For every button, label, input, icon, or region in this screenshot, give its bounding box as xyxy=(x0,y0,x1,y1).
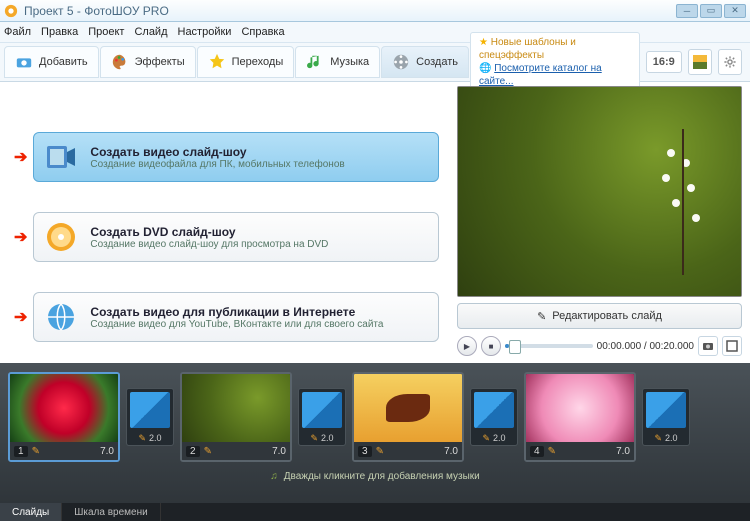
workspace: ➔ Создать видео слайд-шоу Создание видео… xyxy=(0,82,750,363)
slide-card[interactable]: 4 ✎ 7.0 xyxy=(524,372,636,462)
preview-pane: ✎ Редактировать слайд ▶ ■ 00:00.000 / 00… xyxy=(453,82,750,363)
transition-duration: 2.0 xyxy=(149,433,162,443)
transition-card[interactable]: ✎2.0 xyxy=(470,388,518,446)
create-web-button[interactable]: Создать видео для публикации в Интернете… xyxy=(33,292,439,342)
preview-viewport[interactable] xyxy=(457,86,742,297)
slide-card[interactable]: 1 ✎ 7.0 xyxy=(8,372,120,462)
transition-duration: 2.0 xyxy=(493,433,506,443)
slide-index: 3 xyxy=(358,446,372,457)
pointer-icon: ➔ xyxy=(14,147,27,167)
music-track-placeholder[interactable]: ♫ Дважды кликните для добавления музыки xyxy=(8,467,742,485)
tab-transitions-label: Переходы xyxy=(232,56,284,68)
pencil-icon: ✎ xyxy=(138,433,146,444)
time-display: 00:00.000 / 00:20.000 xyxy=(597,341,694,352)
tab-transitions[interactable]: Переходы xyxy=(197,46,295,78)
palette-icon xyxy=(111,53,129,71)
create-video-subtitle: Создание видеофайла для ПК, мобильных те… xyxy=(90,159,344,170)
menu-project[interactable]: Проект xyxy=(88,26,124,38)
edit-slide-button[interactable]: ✎ Редактировать слайд xyxy=(457,303,742,329)
pencil-icon: ✎ xyxy=(376,446,384,457)
aspect-ratio-button[interactable]: 16:9 xyxy=(646,51,682,73)
window-close-button[interactable]: ✕ xyxy=(724,4,746,18)
tab-add[interactable]: Добавить xyxy=(4,46,99,78)
tab-add-label: Добавить xyxy=(39,56,88,68)
star-icon xyxy=(208,53,226,71)
transition-duration: 2.0 xyxy=(321,433,334,443)
video-file-icon xyxy=(44,140,78,174)
music-icon xyxy=(306,53,324,71)
tab-music-label: Музыка xyxy=(330,56,369,68)
create-web-subtitle: Создание видео для YouTube, ВКонтакте ил… xyxy=(90,319,383,330)
playback-controls: ▶ ■ 00:00.000 / 00:20.000 xyxy=(457,333,742,359)
music-hint-label: Дважды кликните для добавления музыки xyxy=(284,471,480,482)
slide-duration: 7.0 xyxy=(100,446,114,457)
create-web-title: Создать видео для публикации в Интернете xyxy=(90,305,383,319)
menu-settings[interactable]: Настройки xyxy=(178,26,232,38)
favorite-icon: ★ xyxy=(479,37,488,48)
pencil-icon: ✎ xyxy=(548,446,556,457)
create-options-pane: ➔ Создать видео слайд-шоу Создание видео… xyxy=(0,82,453,363)
pencil-icon: ✎ xyxy=(482,433,490,444)
timeline-area: 1✎7.0 ✎2.0 2✎7.0 ✎2.0 3✎7.0 ✎2.0 4✎7.0 xyxy=(0,363,750,503)
promo-line1: Новые шаблоны и спецэффекты xyxy=(479,37,576,61)
theme-toggle-button[interactable] xyxy=(688,49,712,75)
dvd-icon xyxy=(44,220,78,254)
globe-upload-icon xyxy=(44,300,78,334)
seek-bar[interactable] xyxy=(505,344,593,348)
transition-card[interactable]: ✎2.0 xyxy=(126,388,174,446)
window-titlebar: Проект 5 - ФотоШОУ PRO ─ ▭ ✕ xyxy=(0,0,750,22)
create-video-title: Создать видео слайд-шоу xyxy=(90,145,344,159)
app-icon xyxy=(4,4,18,18)
pencil-icon: ✎ xyxy=(654,433,662,444)
transition-duration: 2.0 xyxy=(665,433,678,443)
pencil-icon: ✎ xyxy=(310,433,318,444)
camera-icon xyxy=(15,53,33,71)
transition-card[interactable]: ✎2.0 xyxy=(642,388,690,446)
create-dvd-button[interactable]: Создать DVD слайд-шоу Создание видео сла… xyxy=(33,212,439,262)
edit-slide-label: Редактировать слайд xyxy=(552,310,662,322)
pencil-icon: ✎ xyxy=(537,310,546,323)
slide-duration: 7.0 xyxy=(444,446,458,457)
toolbar: Добавить Эффекты Переходы Музыка Создать… xyxy=(0,42,750,82)
pointer-icon: ➔ xyxy=(14,227,27,247)
create-video-button[interactable]: Создать видео слайд-шоу Создание видеофа… xyxy=(33,132,439,182)
play-button[interactable]: ▶ xyxy=(457,336,477,356)
pencil-icon: ✎ xyxy=(204,446,212,457)
bottom-tab-slides[interactable]: Слайды xyxy=(0,503,62,521)
music-icon: ♫ xyxy=(270,471,278,482)
slide-duration: 7.0 xyxy=(272,446,286,457)
tab-effects-label: Эффекты xyxy=(135,56,185,68)
tab-create-label: Создать xyxy=(416,56,458,68)
reel-icon xyxy=(392,53,410,71)
bottom-tab-timeline[interactable]: Шкала времени xyxy=(62,503,160,521)
fullscreen-button[interactable] xyxy=(722,336,742,356)
transition-card[interactable]: ✎2.0 xyxy=(298,388,346,446)
create-dvd-subtitle: Создание видео слайд-шоу для просмотра н… xyxy=(90,239,328,250)
window-maximize-button[interactable]: ▭ xyxy=(700,4,722,18)
slide-index: 4 xyxy=(530,446,544,457)
menu-edit[interactable]: Правка xyxy=(41,26,78,38)
snapshot-button[interactable] xyxy=(698,336,718,356)
create-dvd-title: Создать DVD слайд-шоу xyxy=(90,225,328,239)
slide-card[interactable]: 3 ✎ 7.0 xyxy=(352,372,464,462)
timeline-view-tabs: Слайды Шкала времени xyxy=(0,503,750,521)
slide-index: 1 xyxy=(14,446,28,457)
settings-button[interactable] xyxy=(718,49,742,75)
menu-file[interactable]: Файл xyxy=(4,26,31,38)
pointer-icon: ➔ xyxy=(14,307,27,327)
slide-duration: 7.0 xyxy=(616,446,630,457)
slide-card[interactable]: 2 ✎ 7.0 xyxy=(180,372,292,462)
slide-index: 2 xyxy=(186,446,200,457)
menu-slide[interactable]: Слайд xyxy=(134,26,167,38)
tab-effects[interactable]: Эффекты xyxy=(100,46,196,78)
slides-row[interactable]: 1✎7.0 ✎2.0 2✎7.0 ✎2.0 3✎7.0 ✎2.0 4✎7.0 xyxy=(8,369,742,465)
tab-create[interactable]: Создать xyxy=(381,46,469,78)
globe-icon: 🌐 xyxy=(479,63,491,74)
stop-button[interactable]: ■ xyxy=(481,336,501,356)
pencil-icon: ✎ xyxy=(32,446,40,457)
window-title: Проект 5 - ФотоШОУ PRO xyxy=(24,4,676,18)
tab-music[interactable]: Музыка xyxy=(295,46,380,78)
window-minimize-button[interactable]: ─ xyxy=(676,4,698,18)
menu-help[interactable]: Справка xyxy=(241,26,284,38)
